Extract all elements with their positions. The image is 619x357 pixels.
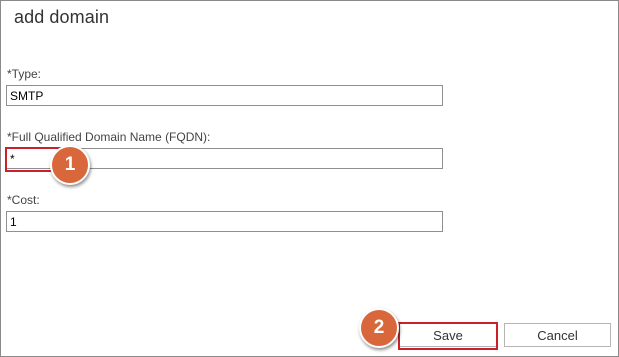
cost-label: *Cost: <box>7 193 40 207</box>
type-label: *Type: <box>7 67 42 81</box>
cost-field[interactable] <box>6 211 443 232</box>
fqdn-label: *Full Qualified Domain Name (FQDN): <box>7 130 211 144</box>
save-button[interactable]: Save <box>399 323 497 347</box>
add-domain-dialog: add domain *Type: *Full Qualified Domain… <box>0 0 619 357</box>
step-2-badge: 2 <box>359 308 399 348</box>
dialog-title: add domain <box>14 7 110 27</box>
cancel-button[interactable]: Cancel <box>504 323 611 347</box>
step-1-badge: 1 <box>50 145 90 185</box>
type-field[interactable] <box>6 85 443 106</box>
